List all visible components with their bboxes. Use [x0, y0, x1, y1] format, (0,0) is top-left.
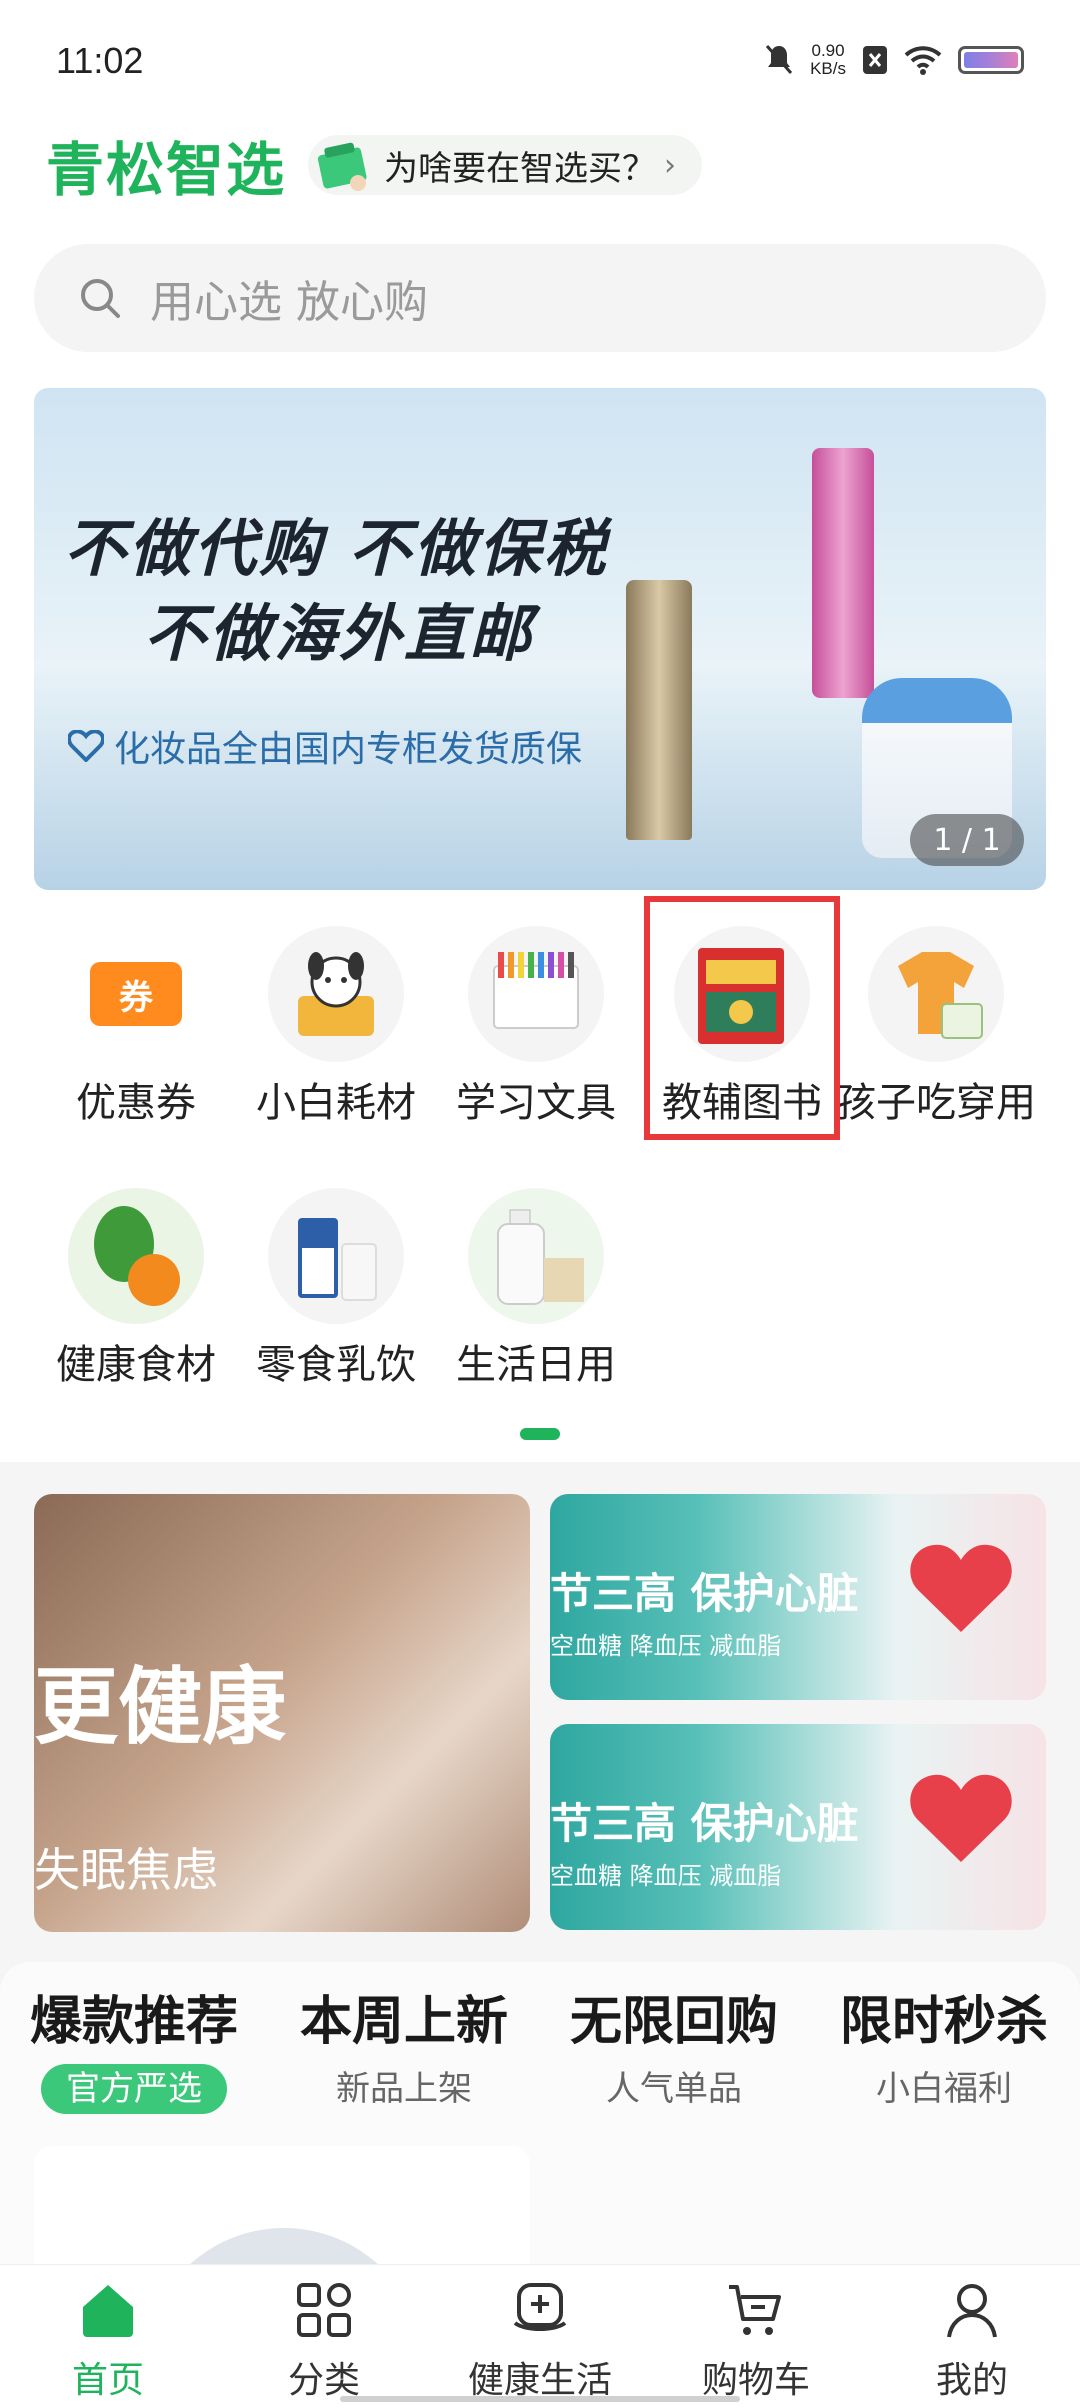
tab-subtitle: 小白福利: [876, 2069, 1012, 2109]
why-buy-text: 为啥要在智选买？: [384, 148, 657, 189]
category-stationery[interactable]: 学习文具: [436, 926, 636, 1128]
tab-title: 无限回购: [569, 1992, 778, 2052]
shopping-cart-icon: [729, 2285, 781, 2335]
category-snacks-drinks[interactable]: 零食乳饮: [236, 1188, 436, 1390]
health-banner-heart[interactable]: 节三高 保护心脏 空血糖 降血压 减血脂: [550, 1494, 1046, 1700]
net-speed: 0.90 KB/s: [810, 42, 846, 78]
category-coupon[interactable]: 券 优惠券: [36, 926, 236, 1128]
selection-highlight: [644, 896, 840, 1140]
category-label: 孩子吃穿用: [836, 1080, 1036, 1126]
banner-slogan-line1: 不做代购 不做保税: [64, 512, 609, 585]
profile-icon: [947, 2284, 997, 2338]
health-banner-title: 节三高 保护心脏: [550, 1569, 859, 1618]
tab-hot-picks[interactable]: 爆款推荐 官方严选: [14, 1990, 254, 2114]
nav-label: 首页: [71, 2360, 144, 2401]
category-label: 健康食材: [56, 1342, 216, 1388]
category-label: 学习文具: [456, 1080, 616, 1126]
search-icon: [81, 279, 120, 318]
coupon-tag: 券: [90, 962, 182, 1026]
mute-bell-icon: [765, 45, 793, 74]
nav-label: 我的: [935, 2360, 1008, 2401]
category-daily-goods[interactable]: 生活日用: [436, 1188, 636, 1390]
health-banner-title: 节三高 保护心脏: [550, 1799, 859, 1848]
banner-subtitle-text: 化妆品全由国内专柜发货质保: [114, 729, 583, 770]
banner-page-counter: 1 / 1: [910, 814, 1024, 866]
health-life-icon: [513, 2283, 567, 2331]
health-banner-subtitle: 失眠焦虑: [34, 1843, 218, 1897]
net-speed-value: 0.90: [811, 41, 845, 60]
tab-subtitle: 新品上架: [336, 2069, 472, 2109]
milk-icon: [268, 1188, 404, 1324]
category-label: 生活日用: [456, 1342, 616, 1388]
tab-subtitle: 官方严选: [41, 2064, 227, 2114]
banner-subtitle: 化妆品全由国内专柜发货质保: [68, 720, 582, 772]
vegetable-icon: [68, 1188, 204, 1324]
tab-title: 本周上新: [299, 1992, 508, 2052]
nav-profile[interactable]: 我的: [864, 2265, 1080, 2408]
wifi-icon: [904, 46, 942, 75]
cosmetic-tube-gold: [626, 580, 692, 840]
nav-category[interactable]: 分类: [216, 2265, 432, 2408]
daily-goods-icon: [468, 1188, 604, 1324]
health-banner-subtitle: 空血糖 降血压 减血脂: [550, 1632, 782, 1660]
search-bar[interactable]: 用心选 放心购: [34, 244, 1046, 352]
header: 青松智选 为啥要在智选买？ ›: [46, 130, 703, 204]
category-label: 优惠券: [76, 1080, 196, 1126]
health-banner-heart[interactable]: 节三高 保护心脏 空血糖 降血压 减血脂: [550, 1724, 1046, 1930]
home-icon: [83, 2285, 133, 2337]
category-label: 零食乳饮: [256, 1342, 416, 1388]
tab-title: 限时秒杀: [839, 1992, 1048, 2052]
coupon-icon: 券: [68, 926, 204, 1062]
tab-subtitle: 人气单品: [606, 2069, 742, 2109]
category-page-indicator: [520, 1428, 560, 1440]
net-speed-unit: KB/s: [810, 59, 846, 78]
why-buy-link[interactable]: 为啥要在智选买？ ›: [308, 135, 703, 195]
tab-unlimited-rebuy[interactable]: 无限回购 人气单品: [554, 1990, 794, 2114]
health-banner-title: 更健康: [34, 1658, 287, 1756]
status-time: 11:02: [56, 40, 144, 81]
bottom-nav: 首页 分类 健康生活 购物车 我的: [0, 2264, 1080, 2408]
promo-banner[interactable]: 不做代购 不做保税 不做海外直邮 化妆品全由国内专柜发货质保 1 / 1: [34, 388, 1046, 890]
status-icons: 0.90 KB/s: [764, 42, 1024, 78]
stationery-icon: [468, 926, 604, 1062]
sim-off-icon: [863, 46, 887, 74]
gift-bag-icon: [317, 142, 367, 191]
tab-title: 爆款推荐: [29, 1992, 238, 2052]
nav-health-life[interactable]: 健康生活: [432, 2265, 648, 2408]
health-banner-subtitle: 空血糖 降血压 减血脂: [550, 1862, 782, 1890]
cosmetic-tube-pink: [812, 448, 874, 698]
tab-flash-sale[interactable]: 限时秒杀 小白福利: [824, 1990, 1064, 2114]
banner-slogan-line2: 不做海外直邮: [144, 597, 535, 670]
tab-new-this-week[interactable]: 本周上新 新品上架: [284, 1990, 524, 2114]
battery-icon: [958, 46, 1024, 74]
pet-supplies-icon: [268, 926, 404, 1062]
heart-check-icon: [68, 730, 104, 762]
status-bar: 11:02 0.90 KB/s: [0, 0, 1080, 125]
health-banner-sleep[interactable]: 更健康 失眠焦虑: [34, 1494, 530, 1932]
nav-home[interactable]: 首页: [0, 2265, 216, 2408]
category-label: 小白耗材: [256, 1080, 416, 1126]
home-indicator: [340, 2396, 740, 2402]
nav-cart[interactable]: 购物车: [648, 2265, 864, 2408]
search-placeholder: 用心选 放心购: [150, 277, 428, 328]
category-kids[interactable]: 孩子吃穿用: [836, 926, 1036, 1128]
category-pet-supplies[interactable]: 小白耗材: [236, 926, 436, 1128]
category-grid-icon: [297, 2283, 351, 2337]
category-fresh-food[interactable]: 健康食材: [36, 1188, 236, 1390]
chevron-right-icon: ›: [664, 147, 677, 183]
heart-icon: [910, 1774, 1012, 1862]
app-logo: 青松智选: [46, 136, 287, 204]
kids-clothing-icon: [868, 926, 1004, 1062]
heart-icon: [910, 1544, 1012, 1632]
